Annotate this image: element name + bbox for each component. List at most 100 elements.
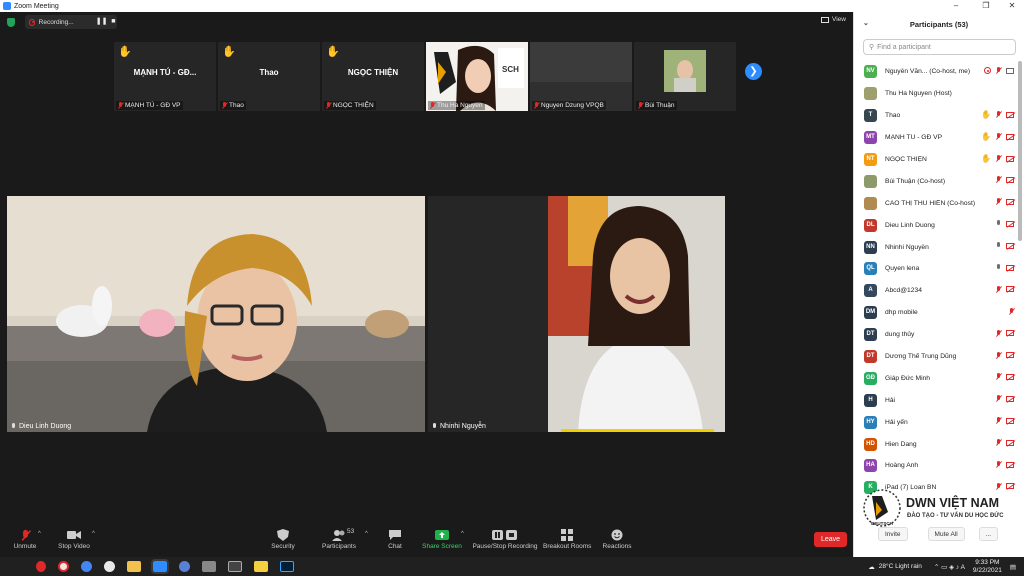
reactions-label: Reactions: [602, 543, 632, 550]
avatar: NV: [864, 65, 877, 79]
opera-icon[interactable]: [36, 561, 46, 572]
clock[interactable]: 9:33 PM 9/22/2021: [973, 559, 1002, 575]
collapse-chevron-icon[interactable]: ⌄: [863, 19, 869, 27]
mic-icon[interactable]: [996, 242, 1001, 249]
photoshop-icon[interactable]: [280, 561, 294, 572]
video-tile[interactable]: Bùi Thuận: [634, 42, 736, 111]
mic-muted-icon[interactable]: [996, 285, 1001, 293]
minimize-button[interactable]: –: [946, 0, 966, 12]
video-tile[interactable]: SCH Thu Ha Nguyen: [426, 42, 528, 111]
participant-video: [428, 196, 725, 432]
chrome-alt-icon[interactable]: [104, 561, 115, 572]
participant-name: Thao: [885, 112, 901, 120]
share-options-caret[interactable]: ^: [461, 531, 464, 537]
mic-muted-icon[interactable]: [996, 329, 1001, 337]
tray-icons[interactable]: ⌃ ▭ ◈ ♪ A: [934, 563, 965, 571]
participants-scrollbar[interactable]: [1018, 61, 1022, 241]
participant-row[interactable]: Bùi Thuận (Co-host): [854, 170, 1016, 192]
file-explorer-icon[interactable]: [127, 561, 141, 572]
mic-icon[interactable]: [996, 264, 1001, 271]
participant-row[interactable]: NV Nguyễn Văn... (Co-host, me): [854, 61, 1016, 83]
tile-label: Thu Ha Nguyen: [428, 101, 485, 110]
security-button[interactable]: Security: [268, 525, 298, 557]
video-tile[interactable]: Nguyen Dzung VPQB: [530, 42, 632, 111]
mic-muted-icon[interactable]: [996, 198, 1001, 205]
video-tile[interactable]: ✋ Thao Thao: [218, 42, 320, 111]
participant-row[interactable]: HD Hien Dang: [854, 433, 1016, 455]
pause-stop-recording-button[interactable]: Pause/Stop Recording: [471, 525, 539, 557]
notifications-icon[interactable]: ▤: [1010, 563, 1016, 571]
mic-muted-icon[interactable]: [996, 373, 1001, 380]
stop-recording-icon[interactable]: ■: [110, 17, 117, 27]
unmute-button[interactable]: Unmute: [10, 525, 40, 557]
participants-list: NV Nguyễn Văn... (Co-host, me) Thu Ha Nguy…: [854, 61, 1016, 499]
mute-all-button[interactable]: Mute All: [927, 527, 965, 541]
pause-recording-icon[interactable]: ❚❚: [96, 17, 108, 27]
participant-row[interactable]: NT NGỌC THIỆN ✋: [854, 149, 1016, 171]
participant-row[interactable]: GĐ Giáp Đức Minh: [854, 367, 1016, 389]
participant-row[interactable]: DM dhp mobile: [854, 302, 1016, 324]
opera-browser-icon[interactable]: [58, 561, 69, 572]
chat-button[interactable]: Chat: [383, 525, 407, 557]
stop-video-button[interactable]: Stop Video: [56, 525, 92, 557]
mic-muted-icon[interactable]: [996, 155, 1001, 162]
avatar: T: [864, 109, 877, 123]
participant-row[interactable]: Thu Ha Nguyen (Host): [854, 83, 1016, 105]
participant-status-icons: [996, 373, 1014, 380]
participant-row[interactable]: CAO THỊ THU HIỀN (Co-host): [854, 192, 1016, 214]
participant-row[interactable]: MT MẠNH TÚ - GĐ VP ✋: [854, 127, 1016, 149]
close-button[interactable]: ✕: [1002, 0, 1022, 12]
participants-options-caret[interactable]: ^: [365, 531, 368, 537]
mic-icon[interactable]: [996, 220, 1001, 227]
leave-button[interactable]: Leave: [814, 532, 847, 547]
box-app-icon[interactable]: [202, 561, 216, 572]
view-button[interactable]: View: [821, 16, 846, 23]
participant-row[interactable]: A Abcd@1234: [854, 280, 1016, 302]
weather-text[interactable]: 28°C Light rain: [879, 563, 922, 570]
participant-row[interactable]: HA Hoàng Anh: [854, 455, 1016, 477]
participant-name: Giáp Đức Minh: [885, 374, 930, 382]
participant-row[interactable]: DT Dương Thế Trung Dũng: [854, 346, 1016, 368]
speaker-video-left[interactable]: Dieu Linh Duong: [7, 196, 425, 432]
participant-row[interactable]: HY Hải yến: [854, 411, 1016, 433]
avatar: DM: [864, 306, 877, 320]
participant-row[interactable]: T Thao ✋: [854, 105, 1016, 127]
mic-muted-icon[interactable]: [996, 111, 1001, 118]
sticky-notes-icon[interactable]: [254, 561, 268, 572]
video-options-caret[interactable]: ^: [92, 531, 95, 537]
participants-button[interactable]: 53 Participants: [318, 525, 360, 557]
share-screen-button[interactable]: Share Screen: [422, 525, 462, 557]
speaker-video-right[interactable]: Nhinhi Nguyễn: [428, 196, 725, 432]
terminal-icon[interactable]: [228, 561, 242, 572]
participant-search-input[interactable]: ⚲ Find a participant: [863, 39, 1016, 55]
encryption-shield-icon[interactable]: [7, 17, 15, 27]
avatar: QL: [864, 262, 877, 276]
mic-muted-icon[interactable]: [996, 395, 1001, 402]
mic-muted-icon[interactable]: [996, 417, 1001, 424]
next-page-button[interactable]: ❯: [745, 63, 762, 80]
mic-muted-icon[interactable]: [996, 67, 1001, 74]
participant-row[interactable]: DL Dieu Linh Duong: [854, 214, 1016, 236]
mic-muted-icon[interactable]: [996, 133, 1001, 140]
brand-name: DWN VIỆT NAM: [906, 496, 1000, 510]
mic-muted-icon[interactable]: [1009, 307, 1014, 315]
messenger-icon[interactable]: [179, 561, 190, 572]
participant-row[interactable]: NN Nhinhi Nguyễn: [854, 236, 1016, 258]
mic-muted-icon[interactable]: [996, 439, 1001, 446]
more-options-button[interactable]: ...: [978, 527, 999, 541]
participant-row[interactable]: H Hải: [854, 389, 1016, 411]
video-tile[interactable]: ✋ NGỌC THIỆN NGỌC THIỆN: [322, 42, 424, 111]
restore-button[interactable]: ❐: [976, 0, 996, 12]
audio-options-caret[interactable]: ^: [38, 531, 41, 537]
reactions-button[interactable]: Reactions: [601, 525, 633, 557]
mic-muted-icon[interactable]: [996, 176, 1001, 183]
mic-muted-icon[interactable]: [996, 461, 1001, 468]
mic-muted-icon[interactable]: [996, 351, 1001, 359]
participant-row[interactable]: DT dung thủy: [854, 324, 1016, 346]
participant-row[interactable]: QL Quyen lena: [854, 258, 1016, 280]
video-tile[interactable]: ✋ MẠNH TÚ - GĐ... MẠNH TÚ - GĐ VP: [114, 42, 216, 111]
invite-button[interactable]: Invite: [878, 527, 908, 541]
zoom-taskbar-icon[interactable]: [151, 559, 169, 574]
chrome-icon[interactable]: [81, 561, 92, 572]
breakout-rooms-button[interactable]: Breakout Rooms: [543, 525, 591, 557]
